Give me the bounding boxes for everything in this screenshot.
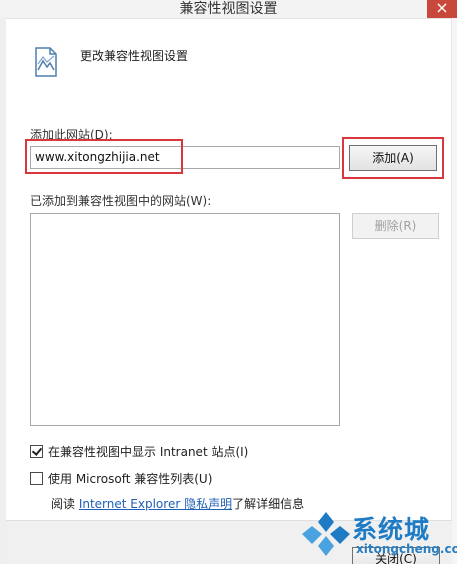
window-title: 兼容性视图设置: [179, 1, 278, 17]
intranet-option[interactable]: 在兼容性视图中显示 Intranet 站点(I): [30, 443, 248, 460]
ms-list-label: 使用 Microsoft 兼容性列表(U): [48, 472, 213, 486]
ms-list-option[interactable]: 使用 Microsoft 兼容性列表(U): [30, 470, 212, 487]
site-url-input[interactable]: www.xitongzhijia.net: [30, 146, 340, 169]
header-text: 更改兼容性视图设置: [80, 49, 189, 63]
intranet-label: 在兼容性视图中显示 Intranet 站点(I): [48, 445, 249, 459]
privacy-link[interactable]: Internet Explorer 隐私声明: [79, 497, 232, 511]
watermark: 系统城 xitongcheng.com: [300, 508, 457, 564]
add-button[interactable]: 添加(A): [349, 145, 437, 171]
watermark-text: 系统城: [352, 515, 431, 544]
watermark-logo-icon: [302, 512, 350, 556]
privacy-suffix: 了解详细信息: [232, 497, 305, 511]
compatibility-view-dialog: 兼容性视图设置 × 更改兼容性视图设置 添加此网站(D): www.xitong…: [0, 0, 457, 564]
title-bar: 兼容性视图设置 ×: [0, 0, 457, 19]
intranet-checkbox[interactable]: [30, 445, 43, 458]
added-sites-label: 已添加到兼容性视图中的网站(W):: [30, 194, 212, 208]
window-right-edge: [451, 18, 457, 564]
add-site-label: 添加此网站(D):: [30, 128, 113, 142]
close-window-button[interactable]: ×: [427, 0, 457, 18]
privacy-prefix: 阅读: [51, 497, 79, 511]
window-left-edge: [0, 18, 6, 564]
watermark-subtext: xitongcheng.com: [356, 542, 457, 556]
ms-list-checkbox[interactable]: [30, 472, 43, 485]
remove-button[interactable]: 删除(R): [352, 213, 439, 239]
compatibility-page-icon: [35, 47, 57, 77]
added-sites-list[interactable]: [30, 213, 340, 426]
privacy-line: 阅读 Internet Explorer 隐私声明了解详细信息: [51, 495, 304, 512]
